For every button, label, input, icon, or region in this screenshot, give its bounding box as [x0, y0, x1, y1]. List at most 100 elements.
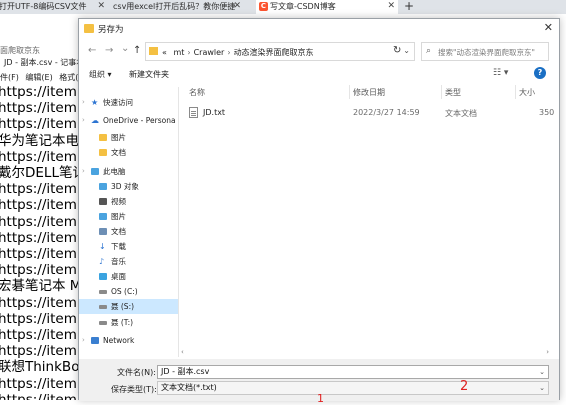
browser-tab-csdn[interactable]: C 写文章-CSDN博客 ✕ — [256, 0, 398, 14]
chevron-down-icon[interactable]: ⌄ — [539, 366, 545, 378]
up-button[interactable]: ↑ — [133, 45, 141, 56]
notepad-line: https://item.jd — [0, 197, 80, 214]
column-divider[interactable] — [349, 85, 350, 99]
sidebar-item[interactable]: 3D 对象 — [79, 179, 178, 194]
file-type: 文本文档 — [445, 109, 477, 118]
cloud-icon: ☁ — [91, 116, 99, 125]
back-button[interactable]: ← — [88, 45, 96, 56]
folder-icon — [99, 149, 107, 156]
organize-button[interactable]: 组织 ▾ — [89, 69, 112, 80]
column-header-type[interactable]: 类型 — [445, 87, 461, 98]
close-icon[interactable]: ✕ — [97, 0, 105, 13]
menu-format[interactable]: 格式(O) — [59, 73, 80, 82]
file-name: JD.txt — [203, 108, 226, 117]
notepad-menu-bar: 件(F) 编辑(E) 格式(O) — [0, 72, 80, 83]
menu-file[interactable]: 件(F) — [0, 73, 19, 82]
tab-label: 写文章-CSDN博客 — [270, 2, 336, 11]
recent-locations-button[interactable]: ⌄ — [121, 43, 129, 54]
sidebar-item-label: 此电脑 — [103, 167, 126, 176]
sidebar-item[interactable]: › 此电脑 — [79, 164, 178, 179]
sidebar-item[interactable]: ♪ 音乐 — [79, 254, 178, 269]
chevron-right-icon[interactable]: › — [82, 113, 85, 128]
notepad-line: https://item.jd — [0, 391, 80, 400]
notepad-window: 面爬取京东 JD - 副本.csv - 记事本 件(F) 编辑(E) 格式(O)… — [0, 14, 80, 400]
column-divider[interactable] — [515, 85, 516, 99]
refresh-button[interactable]: ↻ — [393, 45, 401, 56]
notepad-line: https://item.jd — [0, 148, 80, 165]
new-tab-button[interactable]: + — [401, 0, 417, 14]
dialog-title: 另存为 — [98, 25, 124, 35]
annotation-number-1: 1 — [317, 392, 324, 405]
column-divider[interactable] — [441, 85, 442, 99]
column-header-modified[interactable]: 修改日期 — [353, 87, 385, 98]
search-icon: ⌕ — [426, 46, 432, 56]
browser-tab-csv[interactable]: csv用excel打开后乱码？教你便捷 ✕ — [110, 0, 244, 14]
sidebar-item[interactable]: ↓ 下载 — [79, 239, 178, 254]
horizontal-scrollbar[interactable]: ‹ › — [179, 348, 551, 359]
sidebar-item[interactable]: 聂 (S:) — [79, 299, 178, 314]
sidebar-item[interactable]: 文档 — [79, 224, 178, 239]
chevron-right-icon[interactable]: › — [82, 164, 85, 179]
sidebar-item[interactable]: 视频 — [79, 194, 178, 209]
file-row[interactable]: JD.txt 2022/3/27 14:59 文本文档 350 — [181, 105, 561, 121]
view-options-button[interactable]: ☷ ▾ — [493, 68, 508, 78]
breadcrumb-crawler[interactable]: Crawler — [194, 48, 225, 57]
save-as-dialog: 另存为 ✕ ← → ⌄ ↑ « mt › Crawler › 动态渲染界面爬取京东 ⌄ … — [78, 18, 561, 405]
new-folder-button[interactable]: 新建文件夹 — [129, 69, 169, 80]
scroll-right-icon[interactable]: › — [546, 348, 549, 356]
sidebar-item-label: 文档 — [111, 227, 126, 236]
notepad-text-area[interactable]: https://item.jdhttps://item.jdhttps://it… — [0, 84, 80, 400]
browser-tab-utf8[interactable]: 打开UTF-8编码CSV文件 ✕ — [0, 0, 108, 14]
column-header-size[interactable]: 大小 — [519, 87, 535, 98]
address-bar[interactable]: « mt › Crawler › 动态渲染界面爬取京东 ⌄ — [145, 42, 415, 61]
close-icon[interactable]: ✕ — [387, 0, 395, 13]
close-icon[interactable]: ✕ — [233, 0, 241, 13]
menu-edit[interactable]: 编辑(E) — [25, 73, 52, 82]
notepad-line: https://item.jd — [0, 262, 80, 279]
notepad-line: https://item.jd — [0, 343, 80, 360]
close-button[interactable]: ✕ — [544, 21, 553, 34]
notepad-line: https://item.jd — [0, 294, 80, 311]
dialog-toolbar: 组织 ▾ 新建文件夹 ☷ ▾ ? — [79, 65, 559, 85]
file-modified: 2022/3/27 14:59 — [353, 108, 420, 117]
file-list: 名称 修改日期 类型 大小 JD.txt 2022/3/27 14:59 文本文… — [181, 83, 561, 363]
search-placeholder: 搜索"动态渲染界面爬取京东" — [438, 48, 535, 57]
annotation-number-2: 2 — [460, 379, 469, 394]
breadcrumb-overflow[interactable]: « — [162, 48, 167, 57]
breadcrumb-mt[interactable]: mt — [173, 48, 184, 57]
sidebar-item[interactable]: 图片 — [79, 130, 178, 145]
breadcrumb-current[interactable]: 动态渲染界面爬取京东 — [234, 48, 314, 57]
filetype-label: 保存类型(T): — [111, 385, 157, 394]
notepad-line: https://item.jd — [0, 375, 80, 392]
chevron-right-icon[interactable]: › — [82, 95, 85, 110]
sidebar-item-label: 下载 — [111, 242, 126, 251]
tab-label: 打开UTF-8编码CSV文件 — [0, 2, 87, 11]
filetype-select[interactable]: 文本文档(*.txt) ⌄ — [157, 381, 549, 395]
chevron-down-icon[interactable]: ⌄ — [403, 46, 410, 55]
sidebar-item-label: 桌面 — [111, 272, 126, 281]
chevron-right-icon[interactable]: › — [82, 333, 85, 348]
search-input[interactable]: ⌕ 搜索"动态渲染界面爬取京东" — [421, 42, 549, 61]
forward-button[interactable]: → — [105, 45, 113, 56]
help-button[interactable]: ? — [534, 67, 546, 79]
sidebar-item[interactable]: › ☁ OneDrive - Persona — [79, 113, 178, 128]
filename-field[interactable]: JD - 副本.csv ⌄ — [157, 365, 549, 379]
sidebar-item[interactable]: 桌面 — [79, 269, 178, 284]
sidebar-item[interactable]: 聂 (T:) — [79, 315, 178, 330]
sidebar-item[interactable]: 图片 — [79, 209, 178, 224]
chevron-down-icon[interactable]: ⌄ — [539, 382, 545, 394]
filename-label: 文件名(N): — [117, 368, 156, 377]
sidebar-item-label: OS (C:) — [111, 287, 138, 296]
drive-icon — [99, 321, 107, 325]
sidebar-item[interactable]: › ★ 快速访问 — [79, 95, 178, 110]
tab-label: csv用excel打开后乱码？教你便捷 — [113, 2, 236, 11]
notepad-line: 戴尔DELL笔记本 — [0, 165, 80, 182]
drive-icon — [99, 305, 107, 309]
sidebar-item[interactable]: OS (C:) — [79, 284, 178, 299]
sidebar-item[interactable]: › Network — [79, 333, 178, 348]
column-header-name[interactable]: 名称 — [189, 87, 205, 98]
sidebar-item-label: 图片 — [111, 133, 126, 142]
sidebar-item[interactable]: 文档 — [79, 145, 178, 160]
notepad-line: https://item.jd — [0, 229, 80, 246]
scroll-left-icon[interactable]: ‹ — [181, 348, 184, 356]
